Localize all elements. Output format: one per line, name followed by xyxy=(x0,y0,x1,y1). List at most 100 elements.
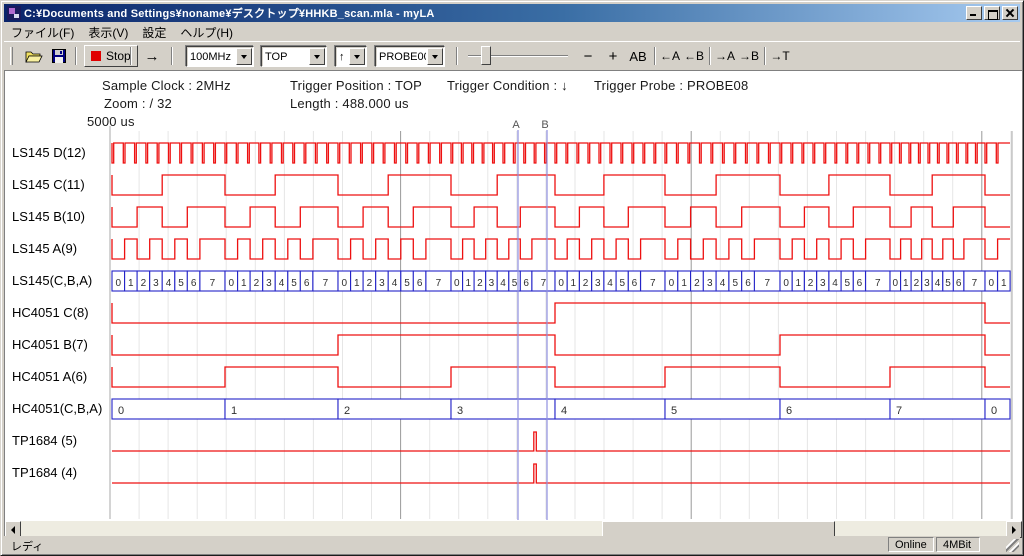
status-online: Online xyxy=(888,537,934,552)
save-floppy-icon xyxy=(52,49,66,63)
marker-b-label: B xyxy=(541,119,548,131)
run-button[interactable]: → xyxy=(138,45,166,67)
sample-clock-select[interactable]: 100MHz xyxy=(186,46,254,67)
bus-value: 5 xyxy=(945,278,951,289)
channel-label: TP1684 (4) xyxy=(12,465,77,480)
minimize-button[interactable] xyxy=(966,6,982,20)
bus-value: 3 xyxy=(489,278,495,289)
zoom-slider-thumb[interactable] xyxy=(481,46,491,65)
dropdown-arrow-icon[interactable] xyxy=(236,48,252,65)
bus-value: 1 xyxy=(128,278,134,289)
bus-value: 1 xyxy=(231,405,237,417)
bus-value: 7 xyxy=(764,278,770,289)
channel-label: LS145 D(12) xyxy=(12,145,86,160)
arrow-right-icon xyxy=(1012,526,1016,534)
bus-value: 2 xyxy=(344,405,350,417)
waveform-trace xyxy=(112,143,1010,163)
bus-value: 6 xyxy=(523,278,529,289)
status-memory: 4MBit xyxy=(936,537,980,552)
toolbar-separator xyxy=(171,47,173,65)
status-bar: レディ Online 4MBit xyxy=(4,536,1020,553)
bus-value: 5 xyxy=(178,278,184,289)
bus-value: 3 xyxy=(924,278,930,289)
dropdown-arrow-icon[interactable] xyxy=(309,48,325,65)
bus-value: 7 xyxy=(436,278,442,289)
channel-label: TP1684 (5) xyxy=(12,433,77,448)
toolbar: Stop → 100MHz TOP ↑ PROBE00 − + xyxy=(4,41,1020,70)
dropdown-arrow-icon[interactable] xyxy=(349,48,365,65)
bus-value: 0 xyxy=(988,278,994,289)
ab-button[interactable]: AB xyxy=(626,45,650,67)
bus-value: 7 xyxy=(210,278,216,289)
goto-b-right-button[interactable]: →B xyxy=(737,45,761,67)
bus-value: 1 xyxy=(903,278,909,289)
bus-value: 7 xyxy=(875,278,881,289)
bus-value: 4 xyxy=(279,278,285,289)
resize-grip[interactable] xyxy=(1006,539,1019,552)
bus-value: 4 xyxy=(607,278,613,289)
window-title: C:¥Documents and Settings¥noname¥デスクトップ¥… xyxy=(24,5,435,21)
toolbar-separator xyxy=(764,47,766,65)
bus-value: 0 xyxy=(558,278,564,289)
bus-value: 3 xyxy=(266,278,272,289)
close-button[interactable] xyxy=(1002,6,1018,20)
zoom-in-button[interactable]: + xyxy=(603,45,623,67)
app-window: C:¥Documents and Settings¥noname¥デスクトップ¥… xyxy=(0,0,1024,556)
bus-value: 1 xyxy=(1001,278,1007,289)
bus-cell xyxy=(665,399,780,419)
bus-value: 3 xyxy=(820,278,826,289)
waveform-plot: LS145 D(12)LS145 C(11)LS145 B(10)LS145 A… xyxy=(5,71,1021,521)
bus-value: 2 xyxy=(141,278,147,289)
status-ready: レディ xyxy=(11,538,43,554)
open-button[interactable] xyxy=(22,45,46,67)
bus-value: 4 xyxy=(561,405,567,417)
toolbar-separator xyxy=(456,47,458,65)
waveform-trace xyxy=(112,367,1010,387)
menu-help[interactable]: ヘルプ(H) xyxy=(173,23,240,42)
bus-value: 3 xyxy=(457,405,463,417)
bus-value: 0 xyxy=(341,278,347,289)
menu-bar: ファイル(F) 表示(V) 設定 ヘルプ(H) xyxy=(4,23,1020,41)
channel-label: LS145 C(11) xyxy=(12,177,85,192)
bus-value: 4 xyxy=(935,278,941,289)
bus-value: 1 xyxy=(466,278,472,289)
bus-value: 3 xyxy=(595,278,601,289)
trigger-position-select[interactable]: TOP xyxy=(261,46,327,67)
goto-a-left-button[interactable]: ←A xyxy=(658,45,682,67)
bus-value: 6 xyxy=(956,278,962,289)
bus-value: 6 xyxy=(191,278,197,289)
zoom-out-button[interactable]: − xyxy=(578,45,598,67)
trigger-probe-select[interactable]: PROBE00 xyxy=(375,46,445,67)
goto-b-left-button[interactable]: ←B xyxy=(682,45,706,67)
menu-file[interactable]: ファイル(F) xyxy=(4,23,81,42)
bus-cell xyxy=(985,399,1010,419)
goto-a-right-button[interactable]: →A xyxy=(713,45,737,67)
maximize-button[interactable] xyxy=(984,6,1000,20)
dropdown-arrow-icon[interactable] xyxy=(427,48,443,65)
bus-value: 2 xyxy=(694,278,700,289)
waveform-client-area: Sample Clock : 2MHz Trigger Position : T… xyxy=(4,70,1022,538)
menu-settings[interactable]: 設定 xyxy=(135,23,173,42)
app-icon[interactable] xyxy=(7,6,21,20)
goto-trigger-button[interactable]: →T xyxy=(768,45,792,67)
bus-value: 0 xyxy=(892,278,898,289)
bus-value: 1 xyxy=(354,278,360,289)
waveform-trace xyxy=(112,432,1010,451)
bus-value: 4 xyxy=(720,278,726,289)
bus-value: 0 xyxy=(669,278,675,289)
bus-value: 4 xyxy=(832,278,838,289)
bus-value: 1 xyxy=(571,278,577,289)
bus-value: 2 xyxy=(477,278,483,289)
bus-value: 1 xyxy=(681,278,687,289)
bus-cell xyxy=(225,399,338,419)
bus-value: 6 xyxy=(857,278,863,289)
bus-value: 0 xyxy=(118,405,124,417)
bus-value: 1 xyxy=(241,278,247,289)
bus-value: 6 xyxy=(786,405,792,417)
trigger-edge-select[interactable]: ↑ xyxy=(335,46,367,67)
bus-value: 6 xyxy=(632,278,638,289)
save-button[interactable] xyxy=(48,45,70,67)
title-bar: C:¥Documents and Settings¥noname¥デスクトップ¥… xyxy=(4,4,1020,22)
channel-label: LS145 B(10) xyxy=(12,209,85,224)
menu-view[interactable]: 表示(V) xyxy=(81,23,135,42)
